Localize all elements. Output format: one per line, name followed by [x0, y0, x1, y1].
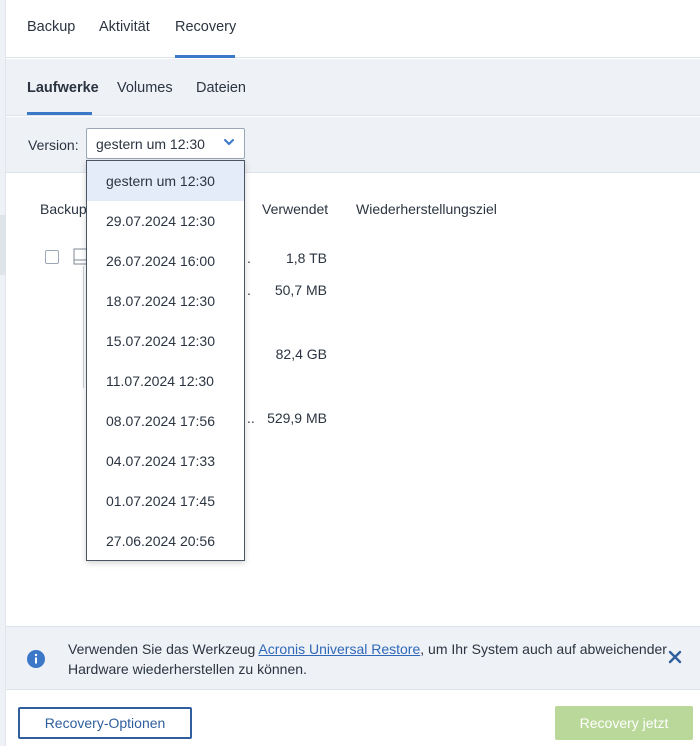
subtab-dateien[interactable]: Dateien: [196, 80, 246, 96]
info-banner: Verwenden Sie das Werkzeug Acronis Unive…: [6, 626, 700, 690]
tab-recovery[interactable]: Recovery: [175, 19, 236, 35]
version-select[interactable]: gestern um 12:30: [86, 128, 245, 159]
version-option[interactable]: 08.07.2024 17:56: [87, 401, 244, 441]
version-option[interactable]: 01.07.2024 17:45: [87, 481, 244, 521]
chevron-down-icon: [224, 139, 234, 145]
version-dropdown-list: gestern um 12:30 29.07.2024 12:30 26.07.…: [86, 160, 245, 561]
tab-backup[interactable]: Backup: [27, 19, 75, 35]
close-icon[interactable]: [667, 649, 683, 665]
sub-tab-bar: Laufwerke Volumes Dateien: [6, 59, 700, 116]
row-truncated-name: .: [247, 250, 251, 266]
active-tab-indicator: [175, 55, 235, 58]
row-used-value: 529,9 MB: [267, 410, 327, 426]
top-tab-bar: Backup Aktivität Recovery: [6, 0, 700, 58]
recover-now-button[interactable]: Recovery jetzt: [555, 706, 693, 740]
subtab-volumes[interactable]: Volumes: [117, 80, 173, 96]
row-checkbox[interactable]: [45, 250, 59, 264]
row-used-value: 82,4 GB: [275, 346, 327, 362]
version-label: Version:: [28, 137, 79, 153]
universal-restore-link[interactable]: Acronis Universal Restore: [258, 641, 420, 657]
info-text-before: Verwenden Sie das Werkzeug: [68, 641, 259, 657]
footer-bar: Recovery-Optionen Recovery jetzt: [6, 691, 700, 746]
version-option[interactable]: gestern um 12:30: [87, 161, 244, 201]
version-option[interactable]: 26.07.2024 16:00: [87, 241, 244, 281]
info-icon: [27, 650, 45, 668]
row-truncated-name: ..: [247, 410, 255, 426]
tab-aktivitaet[interactable]: Aktivität: [99, 19, 150, 35]
version-option[interactable]: 15.07.2024 12:30: [87, 321, 244, 361]
version-option[interactable]: 29.07.2024 12:30: [87, 201, 244, 241]
column-header-backup: Backup: [40, 201, 87, 217]
row-used-value: 1,8 TB: [286, 250, 327, 266]
recovery-options-button[interactable]: Recovery-Optionen: [18, 707, 192, 739]
active-subtab-indicator: [27, 112, 92, 115]
row-truncated-name: .: [247, 282, 251, 298]
row-used-value: 50,7 MB: [274, 282, 327, 298]
subtab-laufwerke[interactable]: Laufwerke: [27, 80, 99, 96]
column-header-verwendet: Verwendet: [262, 201, 329, 217]
info-message: Verwenden Sie das Werkzeug Acronis Unive…: [68, 639, 668, 679]
version-option[interactable]: 11.07.2024 12:30: [87, 361, 244, 401]
tree-connector: [83, 266, 84, 388]
column-header-ziel: Wiederherstellungsziel: [356, 201, 497, 217]
version-option[interactable]: 27.06.2024 20:56: [87, 521, 244, 561]
version-option[interactable]: 18.07.2024 12:30: [87, 281, 244, 321]
version-option[interactable]: 04.07.2024 17:33: [87, 441, 244, 481]
version-selected-value: gestern um 12:30: [96, 136, 205, 152]
